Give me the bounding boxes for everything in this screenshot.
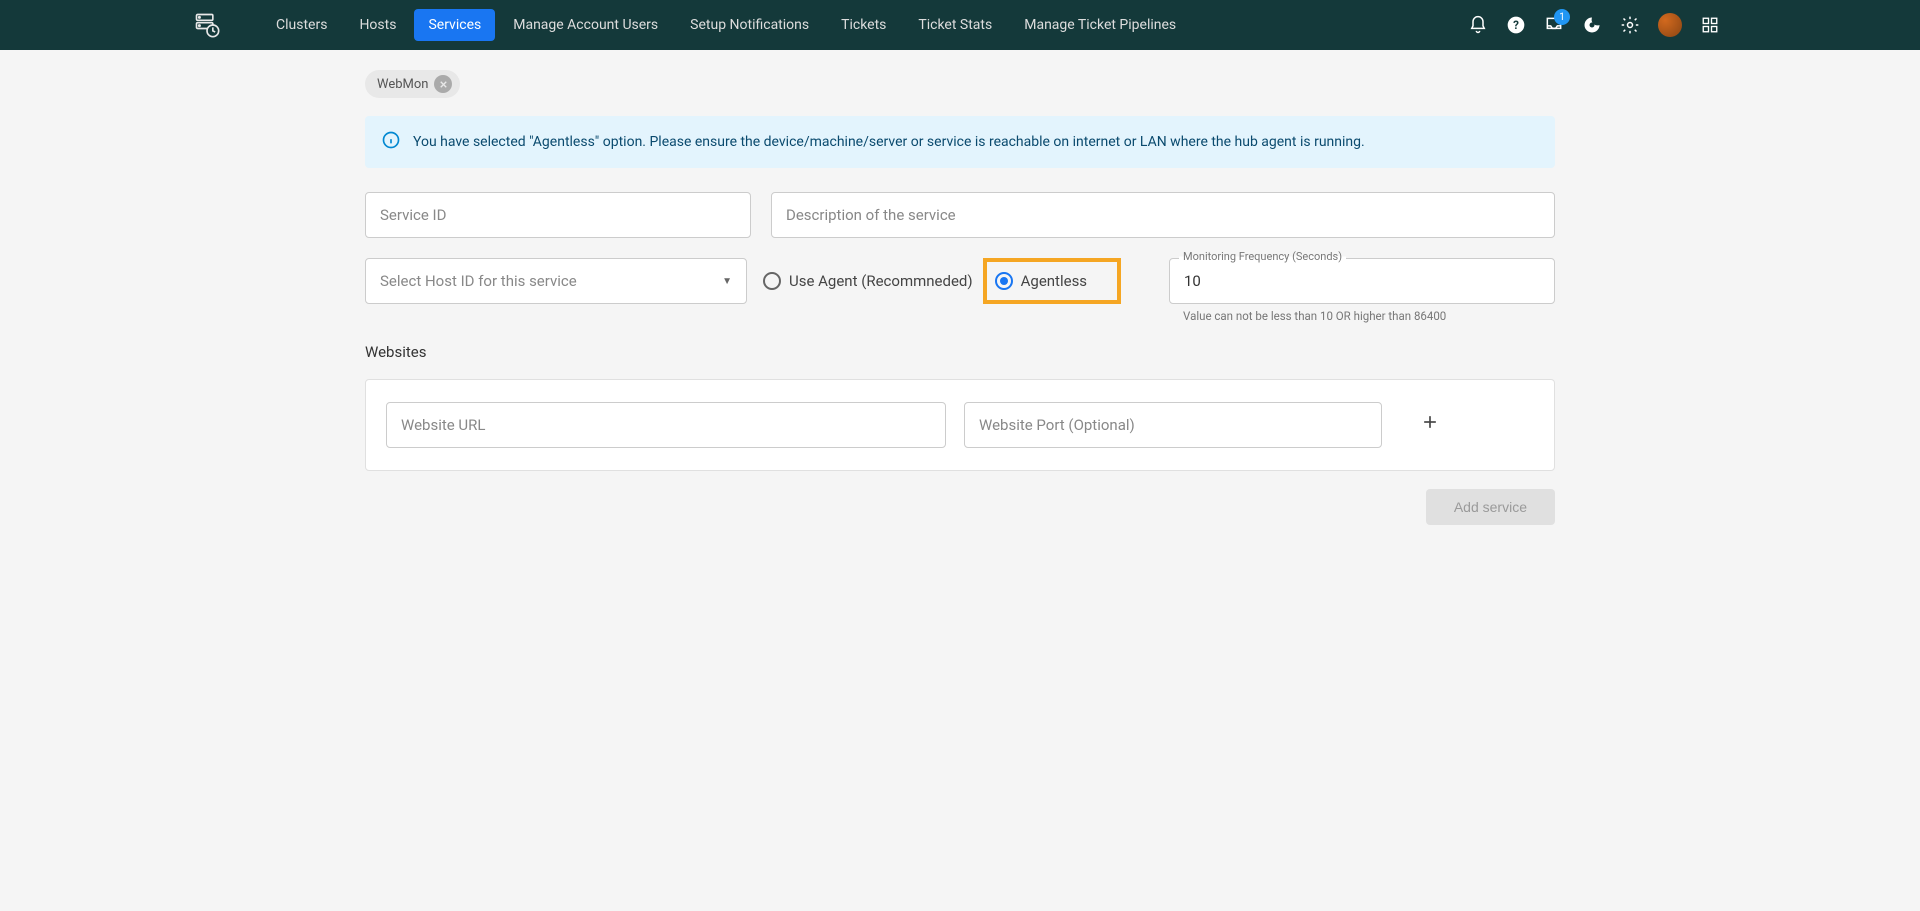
user-avatar[interactable] bbox=[1658, 13, 1682, 37]
form-row-2: Select Host ID for this service ▼ Use Ag… bbox=[365, 258, 1555, 323]
nav-clusters[interactable]: Clusters bbox=[262, 9, 341, 41]
service-id-input[interactable] bbox=[365, 192, 751, 238]
agent-mode-radio-group: Use Agent (Recommneded) Agentless bbox=[763, 258, 1121, 304]
website-url-input[interactable] bbox=[386, 402, 946, 448]
nav-services[interactable]: Services bbox=[414, 9, 495, 41]
chip-label: WebMon bbox=[377, 77, 428, 92]
help-icon[interactable]: ? bbox=[1506, 15, 1526, 35]
frequency-input[interactable] bbox=[1169, 258, 1555, 304]
add-service-button[interactable]: Add service bbox=[1426, 489, 1555, 525]
service-id-field bbox=[365, 192, 751, 238]
website-entry-card bbox=[365, 379, 1555, 471]
main-container: WebMon You have selected "Agentless" opt… bbox=[365, 50, 1555, 545]
chip-close-icon[interactable] bbox=[434, 75, 452, 93]
agentless-highlight: Agentless bbox=[983, 258, 1121, 304]
frequency-field: Monitoring Frequency (Seconds) Value can… bbox=[1169, 258, 1555, 323]
alert-text: You have selected "Agentless" option. Pl… bbox=[413, 134, 1365, 150]
chevron-down-icon: ▼ bbox=[722, 276, 732, 287]
host-select[interactable]: Select Host ID for this service ▼ bbox=[365, 258, 747, 304]
radio-checked-icon bbox=[995, 272, 1013, 290]
info-icon bbox=[381, 130, 401, 154]
host-select-field: Select Host ID for this service ▼ bbox=[365, 258, 747, 304]
nav-tickets[interactable]: Tickets bbox=[827, 9, 900, 41]
nav-setup-notifications[interactable]: Setup Notifications bbox=[676, 9, 823, 41]
info-alert: You have selected "Agentless" option. Pl… bbox=[365, 116, 1555, 168]
inbox-badge: 1 bbox=[1554, 9, 1570, 25]
theme-toggle-icon[interactable] bbox=[1582, 15, 1602, 35]
plus-icon bbox=[1420, 412, 1440, 438]
nav-left: Clusters Hosts Services Manage Account U… bbox=[20, 9, 1190, 41]
website-url-field bbox=[386, 402, 946, 448]
service-type-chip: WebMon bbox=[365, 70, 460, 98]
nav-right: ? 1 bbox=[1468, 13, 1720, 37]
nav-manage-users[interactable]: Manage Account Users bbox=[499, 9, 672, 41]
submit-row: Add service bbox=[365, 489, 1555, 525]
nav-items: Clusters Hosts Services Manage Account U… bbox=[262, 9, 1190, 41]
nav-manage-pipelines[interactable]: Manage Ticket Pipelines bbox=[1010, 9, 1190, 41]
settings-icon[interactable] bbox=[1620, 15, 1640, 35]
website-port-field bbox=[964, 402, 1382, 448]
description-input[interactable] bbox=[771, 192, 1555, 238]
description-field bbox=[771, 192, 1555, 238]
websites-section-title: Websites bbox=[365, 343, 1555, 361]
radio-agentless[interactable]: Agentless bbox=[995, 272, 1087, 290]
radio-unchecked-icon bbox=[763, 272, 781, 290]
nav-hosts[interactable]: Hosts bbox=[345, 9, 410, 41]
app-logo[interactable] bbox=[192, 10, 222, 40]
form-row-1 bbox=[365, 192, 1555, 238]
add-website-button[interactable] bbox=[1410, 405, 1450, 445]
navbar: Clusters Hosts Services Manage Account U… bbox=[0, 0, 1920, 50]
frequency-label: Monitoring Frequency (Seconds) bbox=[1179, 250, 1346, 263]
frequency-helper: Value can not be less than 10 OR higher … bbox=[1169, 309, 1555, 323]
nav-ticket-stats[interactable]: Ticket Stats bbox=[904, 9, 1006, 41]
radio-agentless-label: Agentless bbox=[1021, 272, 1087, 290]
radio-use-agent[interactable]: Use Agent (Recommneded) bbox=[763, 272, 973, 290]
apps-grid-icon[interactable] bbox=[1700, 15, 1720, 35]
host-select-placeholder: Select Host ID for this service bbox=[380, 272, 577, 290]
bell-icon[interactable] bbox=[1468, 15, 1488, 35]
svg-text:?: ? bbox=[1513, 18, 1519, 32]
radio-use-agent-label: Use Agent (Recommneded) bbox=[789, 272, 973, 290]
inbox-icon[interactable]: 1 bbox=[1544, 15, 1564, 35]
website-port-input[interactable] bbox=[964, 402, 1382, 448]
